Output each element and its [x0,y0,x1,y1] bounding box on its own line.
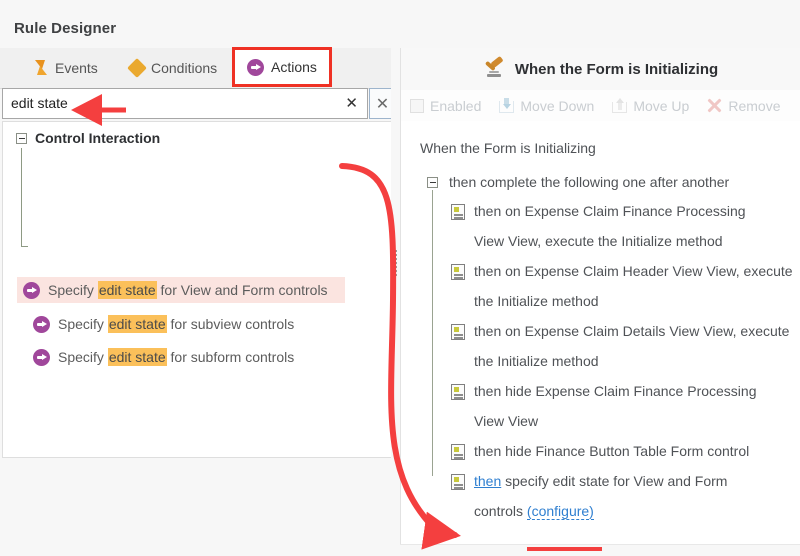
search-row: edit state ✕ ✕ [0,88,395,121]
rule-group-label: then complete the following one after an… [449,174,729,190]
rule-node-line1: then on Expense Claim Details View View,… [474,323,789,339]
tab-events[interactable]: Events [22,48,110,88]
list-item-prefix: Specify [58,349,108,365]
diamond-icon [127,58,147,78]
rule-node-line1: then on Expense Claim Header View View, … [474,263,793,279]
rule-node-line2: View View [474,413,538,429]
rule-node-line2: controls [474,503,527,519]
document-icon [451,444,465,460]
rule-node-line1: then hide Expense Claim Finance Processi… [474,383,757,399]
list-item-prefix: Specify [58,316,108,332]
right-pane-footer [400,544,800,556]
list-item-suffix: for subform controls [167,349,295,365]
remove-button[interactable]: Remove [698,90,789,121]
move-down-icon [499,98,514,113]
rule-group-expander-icon[interactable] [427,177,438,188]
tree-guide-line [21,148,22,247]
then-link[interactable]: then [474,473,501,489]
document-icon [451,264,465,280]
arrow-circle-icon [33,316,50,333]
tab-strip: Events Conditions Actions [0,48,395,89]
rule-tree-guide-line [432,190,433,476]
configure-link[interactable]: (configure) [527,503,594,520]
list-item[interactable]: Specify edit state for subform controls [27,344,339,370]
rule-node-text: specify edit state for View and Form [501,473,727,489]
gavel-icon [483,59,505,79]
move-down-button[interactable]: Move Down [490,90,603,121]
enabled-label: Enabled [430,98,481,114]
rule-node-line1: then on Expense Claim Finance Processing [474,203,746,219]
page-title: Rule Designer [14,20,116,37]
results-group-label: Control Interaction [35,130,160,146]
tab-actions-label: Actions [271,59,317,75]
clear-x-icon[interactable]: ✕ [345,94,358,114]
tab-actions[interactable]: Actions [232,47,332,87]
search-match-highlight: edit state [98,281,157,299]
enabled-checkbox[interactable]: Enabled [401,90,490,121]
tab-conditions-label: Conditions [151,60,217,76]
list-item[interactable]: Specify edit state for View and Form con… [17,277,345,303]
rule-node-line1: then hide Finance Button Table Form cont… [474,443,749,459]
right-pane-title: When the Form is Initializing [515,61,718,78]
right-pane-header: When the Form is Initializing [401,48,800,91]
title-bar: Rule Designer [0,0,800,48]
rule-tree-root-label: When the Form is Initializing [420,140,596,156]
list-item-suffix: for subview controls [167,316,295,332]
list-item[interactable]: Specify edit state for subview controls [27,311,339,337]
tree-guide-foot [21,246,28,247]
move-down-label: Move Down [520,98,594,114]
move-up-button[interactable]: Move Up [603,90,698,121]
document-icon [451,384,465,400]
search-input-value: edit state [11,95,68,111]
rule-node-line2: the Initialize method [474,353,599,369]
tab-events-label: Events [55,60,98,76]
remove-x-icon [707,98,722,113]
document-icon [451,204,465,220]
remove-label: Remove [728,98,780,114]
group-expander-icon[interactable] [16,133,27,144]
move-up-label: Move Up [633,98,689,114]
tab-conditions[interactable]: Conditions [118,48,229,88]
document-icon [451,474,465,490]
arrow-circle-icon [23,282,40,299]
right-pane-toolbar: Enabled Move Down Move Up Remove [401,90,800,122]
arrow-circle-icon [247,59,264,76]
search-match-highlight: edit state [108,315,167,333]
left-pane: Events Conditions Actions edit state ✕ ✕… [0,48,395,460]
list-item-prefix: Specify [48,282,98,298]
document-icon [451,324,465,340]
splitter-grip[interactable] [395,250,397,276]
list-item-suffix: for View and Form controls [157,282,328,298]
checkbox-icon[interactable] [410,99,424,113]
rule-node-line2: View View, execute the Initialize method [474,233,723,249]
lightning-bolt-icon [34,60,48,76]
search-input[interactable]: edit state ✕ [2,88,368,119]
rule-tree[interactable]: When the Form is Initializing then compl… [401,121,800,544]
arrow-circle-icon [33,349,50,366]
right-pane: When the Form is Initializing Enabled Mo… [400,48,800,544]
rule-node-line2: the Initialize method [474,293,599,309]
move-up-icon [612,98,627,113]
search-results-list[interactable]: Control Interaction Specify edit state f… [2,121,394,458]
search-match-highlight: edit state [108,348,167,366]
